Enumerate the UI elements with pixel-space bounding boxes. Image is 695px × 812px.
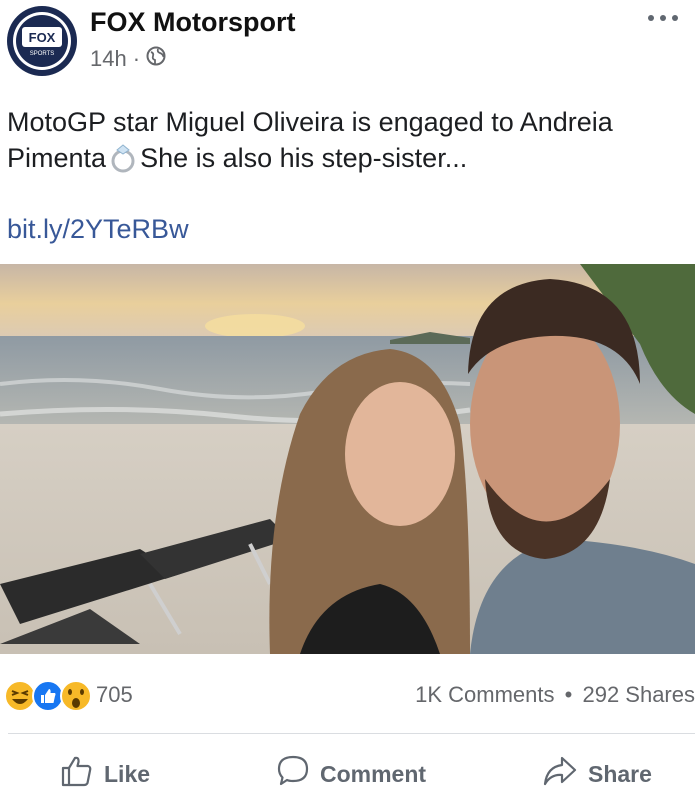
svg-text:SPORTS: SPORTS <box>30 51 55 57</box>
ring-emoji-icon <box>108 142 138 174</box>
post-text-line-2: Pimenta She is also his step-sister... <box>7 140 677 176</box>
comment-button[interactable]: Comment <box>276 753 426 795</box>
stats-separator: • <box>564 682 573 707</box>
post-time[interactable]: 14h <box>90 46 127 72</box>
wow-reaction-icon <box>60 680 92 712</box>
globe-icon <box>146 46 166 72</box>
comment-label: Comment <box>320 760 427 787</box>
divider <box>8 733 695 734</box>
reactions-bar: 705 1K Comments • 292 Shares <box>0 676 695 716</box>
comment-bubble-icon <box>276 754 310 794</box>
meta-separator: · <box>132 46 141 71</box>
post-meta: 14h · <box>90 46 166 72</box>
like-reaction-icon <box>32 680 64 712</box>
post-link[interactable]: bit.ly/2YTeRBw <box>7 214 189 245</box>
avatar-ring: FOX SPORTS <box>13 12 71 70</box>
post-text: MotoGP star Miguel Oliveira is engaged t… <box>7 104 677 176</box>
share-label: Share <box>588 760 652 787</box>
svg-text:FOX: FOX <box>29 30 56 45</box>
shares-count[interactable]: 292 Shares <box>582 682 695 707</box>
comments-count[interactable]: 1K Comments <box>415 682 554 707</box>
page-name[interactable]: FOX Motorsport <box>90 7 295 38</box>
fox-sports-logo: FOX SPORTS <box>16 15 68 67</box>
share-button[interactable]: Share <box>542 753 652 795</box>
engagement-stats: 1K Comments • 292 Shares <box>415 682 695 708</box>
reaction-count[interactable]: 705 <box>96 682 133 708</box>
like-button[interactable]: Like <box>60 753 150 795</box>
post-photo[interactable] <box>0 264 695 654</box>
thumbs-up-icon <box>60 754 94 794</box>
more-dots-icon[interactable] <box>643 8 683 28</box>
post-text-line-1: MotoGP star Miguel Oliveira is engaged t… <box>7 107 613 137</box>
share-arrow-icon <box>542 754 578 794</box>
action-bar: Like Comment Share <box>0 745 695 803</box>
like-label: Like <box>104 760 151 787</box>
post-text-pimenta: Pimenta <box>7 143 107 173</box>
reaction-icons[interactable] <box>4 678 94 714</box>
post-header: FOX SPORTS FOX Motorsport 14h · <box>0 0 695 88</box>
page-avatar[interactable]: FOX SPORTS <box>7 6 77 76</box>
post-text-step-sister: She is also his step-sister... <box>140 143 468 173</box>
haha-reaction-icon <box>4 680 36 712</box>
